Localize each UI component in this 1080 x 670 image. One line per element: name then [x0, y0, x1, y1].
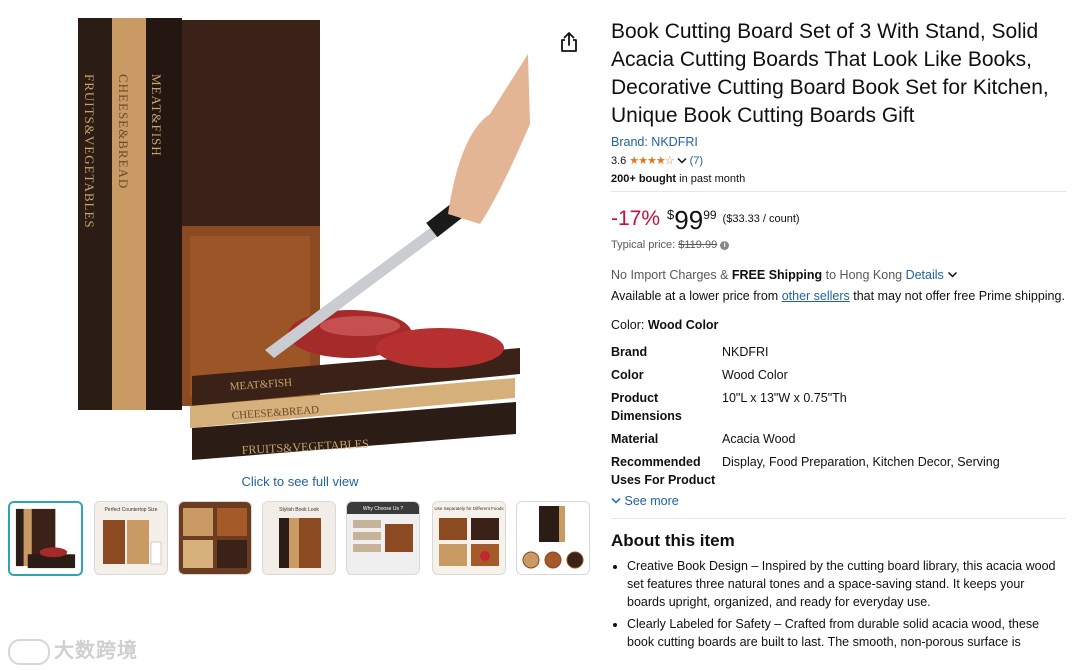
bought-count: 200+ bought: [611, 173, 677, 185]
divider: [611, 191, 1066, 192]
price-block: -17% $ 99 99 ($33.33 / count): [611, 207, 1066, 233]
thumbnail-4[interactable]: Stylish Book Look: [262, 501, 336, 575]
spine-label-cheese: CHEESE&BREAD: [116, 74, 131, 189]
typical-price-value: $119.99: [678, 239, 718, 251]
spec-key: Color: [611, 368, 644, 382]
free-shipping-label: FREE Shipping: [731, 268, 823, 282]
spec-row-material: Material Acacia Wood: [611, 430, 1066, 448]
unit-price: ($33.33 / count): [722, 213, 800, 225]
bought-info: 200+ bought in past month: [611, 173, 1066, 185]
shipping-info: No Import Charges & FREE Shipping to Hon…: [611, 268, 1066, 282]
other-sellers-link[interactable]: other sellers: [782, 289, 850, 303]
spec-key: Product Dimensions: [611, 391, 682, 423]
watermark: 大数跨境: [8, 634, 138, 665]
availability-info: Available at a lower price from other se…: [611, 288, 1066, 305]
watermark-text: 大数跨境: [54, 640, 138, 662]
thumbnail-3[interactable]: [178, 501, 252, 575]
spec-row-color: Color Wood Color: [611, 366, 1066, 384]
watermark-logo-icon: [8, 638, 50, 665]
typical-price: Typical price: $119.99 i: [611, 239, 1066, 251]
main-product-image[interactable]: FRUITS&VEGETABLES CHEESE&BREAD MEAT&FISH…: [60, 14, 540, 474]
info-icon[interactable]: i: [720, 240, 730, 250]
price-whole: 99: [674, 205, 704, 235]
rating-count-link[interactable]: (7): [690, 155, 703, 167]
price-fraction: 99: [703, 208, 717, 222]
color-label: Color:: [611, 318, 648, 332]
thumbnail-6-title: Use Separately for Different Foods: [434, 506, 504, 511]
shipping-pre: No Import Charges &: [611, 268, 732, 282]
rating-value: 3.6: [611, 154, 627, 167]
availability-pre: Available at a lower price from: [611, 289, 782, 303]
color-selection: Color: Wood Color: [611, 318, 1066, 332]
color-value: Wood Color: [647, 318, 719, 332]
thumbnail-5[interactable]: Why Choose Us ?: [346, 501, 420, 575]
about-heading: About this item: [611, 531, 735, 550]
spec-table: Brand NKDFRI Color Wood Color Product Dime…: [611, 343, 1066, 489]
thumbnail-4-title: Stylish Book Look: [279, 507, 319, 513]
chevron-down-icon[interactable]: [947, 271, 958, 279]
discount-percent: -17%: [611, 207, 661, 230]
spec-row-uses: Recommended Uses For Product Display, Foo…: [611, 453, 1066, 489]
availability-post: that may not offer free Prime shipping.: [849, 289, 1065, 303]
bought-rest: in past month: [676, 173, 746, 185]
thumbnail-6[interactable]: Use Separately for Different Foods: [432, 501, 506, 575]
thumbnail-2[interactable]: Perfect Countertop Size: [94, 501, 168, 575]
product-info-column: Book Cutting Board Set of 3 With Stand, …: [611, 18, 1066, 655]
see-more-link[interactable]: See more: [611, 494, 1066, 508]
rating-row[interactable]: 3.6 ★★★★☆ (7): [611, 154, 1066, 168]
thumbnail-7[interactable]: [516, 501, 590, 575]
share-icon[interactable]: [558, 31, 580, 53]
chevron-down-icon: [611, 497, 621, 504]
thumbnail-2-title: Perfect Countertop Size: [104, 507, 157, 513]
spine-label-fruits: FRUITS&VEGETABLES: [82, 74, 97, 229]
price-currency: $: [667, 207, 675, 222]
spec-key: Recommended Uses For Product: [611, 455, 716, 487]
chevron-down-icon[interactable]: [677, 157, 687, 165]
shipping-destination: to Hong Kong: [822, 268, 906, 282]
spec-row-dimensions: Product Dimensions 10"L x 13"W x 0.75"Th: [611, 389, 1066, 425]
star-rating-icon[interactable]: ★★★★☆: [629, 154, 674, 167]
spec-value: Display, Food Preparation, Kitchen Decor…: [722, 455, 1000, 469]
brand-link[interactable]: Brand: NKDFRI: [611, 135, 1066, 149]
thumbnail-5-title: Why Choose Us ?: [363, 506, 404, 512]
about-bullets: Creative Book Design – Inspired by the c…: [627, 557, 1066, 651]
spec-value: Wood Color: [722, 368, 788, 382]
about-bullet: Creative Book Design – Inspired by the c…: [627, 557, 1066, 611]
product-title: Book Cutting Board Set of 3 With Stand, …: [611, 20, 1049, 127]
thumbnail-1[interactable]: [8, 501, 83, 576]
spec-value: NKDFRI: [722, 345, 769, 359]
about-bullet: Clearly Labeled for Safety – Crafted fro…: [627, 615, 1066, 651]
spec-value: Acacia Wood: [722, 432, 796, 446]
click-full-view-link[interactable]: Click to see full view: [0, 474, 600, 489]
spine-label-meat: MEAT&FISH: [149, 74, 164, 157]
spec-key: Material: [611, 432, 659, 446]
shipping-details-link[interactable]: Details: [906, 268, 944, 282]
divider: [611, 518, 1066, 519]
spec-value: 10"L x 13"W x 0.75"Th: [722, 391, 847, 405]
spec-key: Brand: [611, 345, 648, 359]
typical-price-label: Typical price:: [611, 239, 679, 251]
spec-row-brand: Brand NKDFRI: [611, 343, 1066, 361]
see-more-label[interactable]: See more: [624, 494, 678, 508]
